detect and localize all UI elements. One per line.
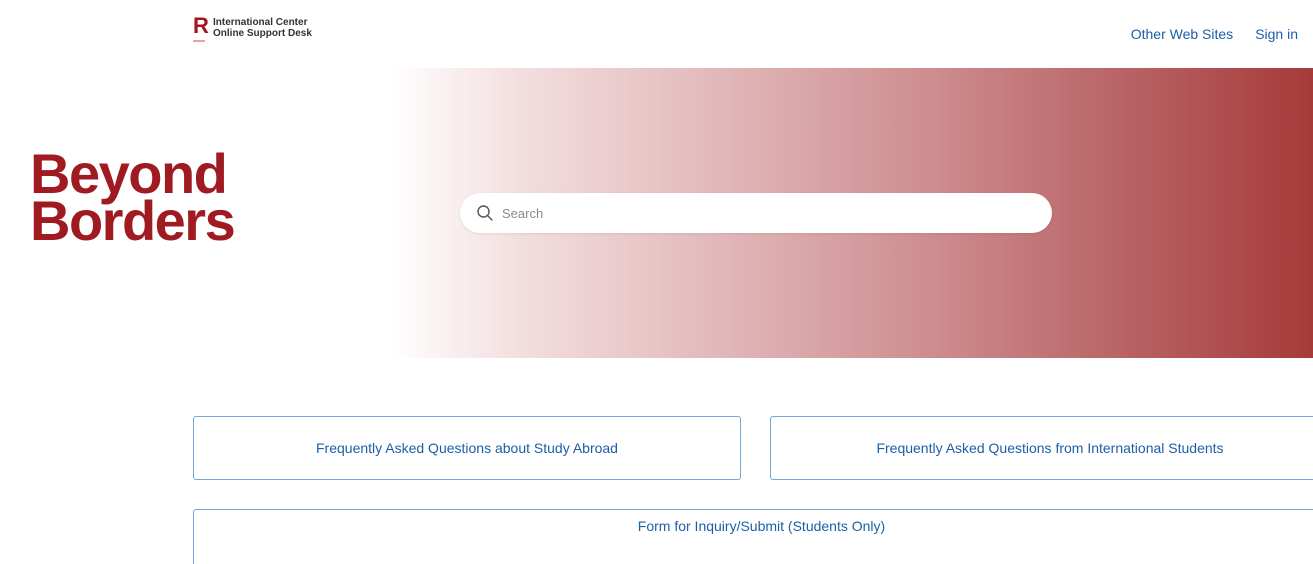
page: R International Center Online Support De… (0, 0, 1313, 564)
sign-in-link[interactable]: Sign in (1255, 26, 1298, 42)
logo-underline (193, 40, 205, 42)
search-icon[interactable] (474, 202, 496, 224)
site-logo[interactable]: R International Center Online Support De… (193, 15, 312, 43)
hero-title-line-2: Borders (30, 189, 236, 252)
faq-study-abroad-card[interactable]: Frequently Asked Questions about Study A… (193, 416, 741, 480)
faq-international-students-label: Frequently Asked Questions from Internat… (876, 440, 1224, 456)
top-nav: Other Web Sites Sign in (1131, 26, 1298, 42)
search-bar[interactable] (460, 193, 1052, 233)
logo-line-1: International Center (213, 17, 308, 28)
faq-study-abroad-label: Frequently Asked Questions about Study A… (316, 440, 618, 456)
inquiry-form-label: Form for Inquiry/Submit (Students Only) (637, 518, 886, 534)
logo-mark: R (193, 15, 209, 43)
logo-line-2: Online Support Desk (213, 28, 312, 39)
other-web-sites-link[interactable]: Other Web Sites (1131, 26, 1233, 42)
logo-letter: R (193, 13, 209, 38)
logo-text: International Center Online Support Desk (213, 17, 312, 39)
hero-title: Beyond Borders (30, 146, 236, 252)
inquiry-form-card[interactable]: Form for Inquiry/Submit (Students Only) (193, 509, 1313, 564)
faq-international-students-card[interactable]: Frequently Asked Questions from Internat… (770, 416, 1313, 480)
search-input[interactable] (500, 204, 1024, 222)
